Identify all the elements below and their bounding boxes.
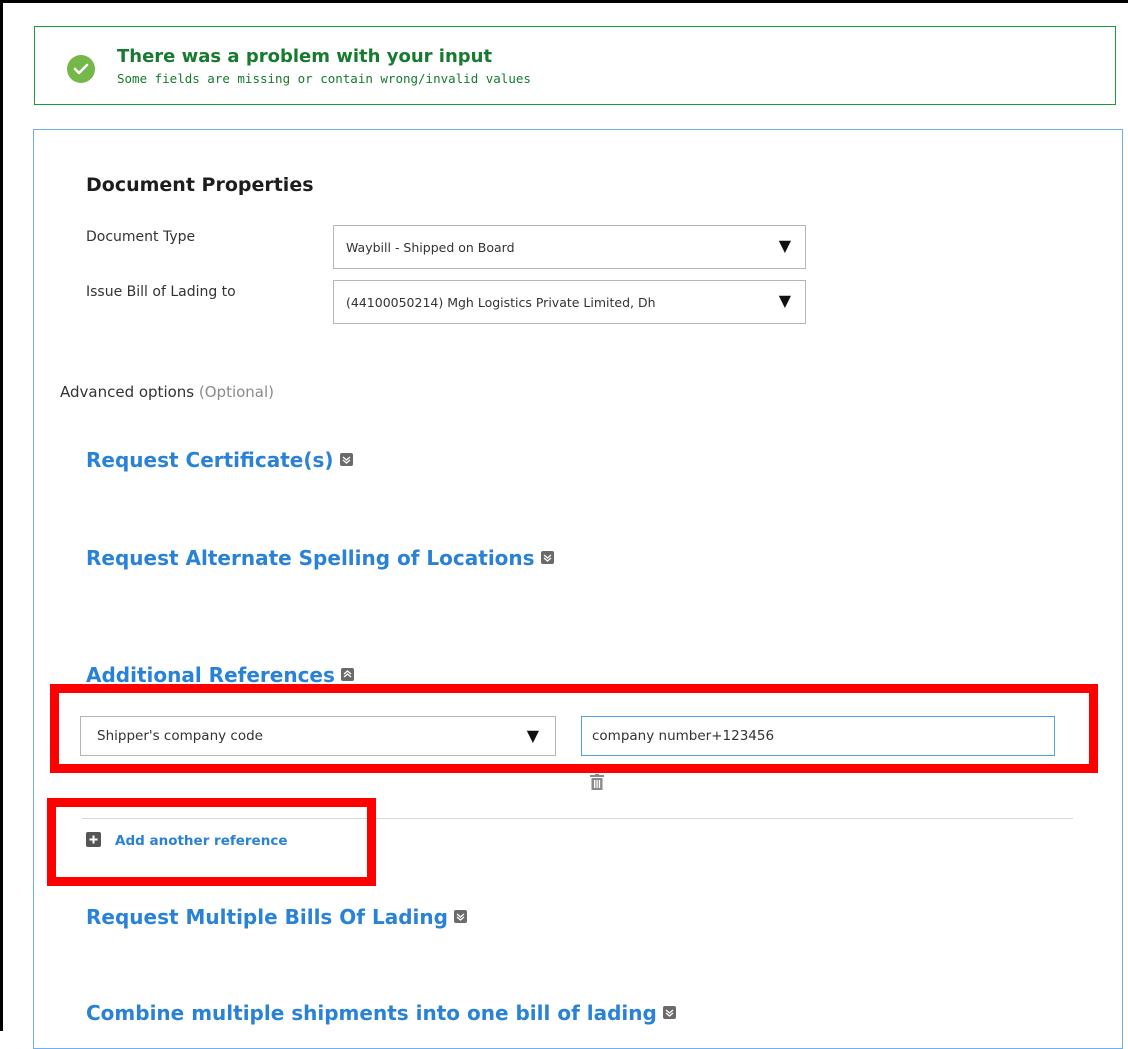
dropdown-arrow-icon: ▼	[778, 236, 791, 255]
request-certificates-label: Request Certificate(s)	[86, 448, 334, 472]
expand-icon	[540, 551, 554, 564]
advanced-options-text: Advanced options	[60, 383, 195, 401]
add-reference-highlight	[47, 798, 376, 886]
alternate-spelling-label: Request Alternate Spelling of Locations	[86, 546, 535, 570]
request-certificates-toggle[interactable]: Request Certificate(s)	[86, 448, 353, 472]
expand-icon	[662, 1006, 676, 1019]
reference-row-highlight	[50, 684, 1098, 773]
document-type-value: Waybill - Shipped on Board	[346, 240, 515, 255]
optional-note: (Optional)	[198, 383, 275, 401]
alert-message: Some fields are missing or contain wrong…	[117, 71, 531, 86]
combine-shipments-toggle[interactable]: Combine multiple shipments into one bill…	[86, 1001, 676, 1025]
check-circle-icon	[67, 55, 95, 83]
issue-to-label: Issue Bill of Lading to	[86, 284, 236, 300]
multiple-bills-label: Request Multiple Bills Of Lading	[86, 905, 448, 929]
error-alert: There was a problem with your input Some…	[34, 26, 1116, 105]
frame-top-border	[0, 0, 1128, 3]
expand-icon	[453, 910, 467, 923]
advanced-options-label: Advanced options (Optional)	[60, 383, 274, 401]
alert-title: There was a problem with your input	[117, 46, 493, 67]
collapse-icon	[340, 668, 354, 681]
frame-left-border	[0, 0, 3, 1031]
dropdown-arrow-icon: ▼	[778, 291, 791, 310]
combine-shipments-label: Combine multiple shipments into one bill…	[86, 1001, 657, 1025]
document-properties-heading: Document Properties	[86, 174, 314, 196]
document-type-label: Document Type	[86, 229, 196, 245]
multiple-bills-toggle[interactable]: Request Multiple Bills Of Lading	[86, 905, 467, 929]
issue-to-value: (44100050214) Mgh Logistics Private Limi…	[346, 295, 656, 310]
trash-icon[interactable]	[590, 774, 604, 790]
issue-to-select[interactable]: (44100050214) Mgh Logistics Private Limi…	[333, 280, 806, 324]
document-type-select[interactable]: Waybill - Shipped on Board ▼	[333, 225, 806, 269]
expand-icon	[339, 453, 353, 466]
alternate-spelling-toggle[interactable]: Request Alternate Spelling of Locations	[86, 546, 554, 570]
